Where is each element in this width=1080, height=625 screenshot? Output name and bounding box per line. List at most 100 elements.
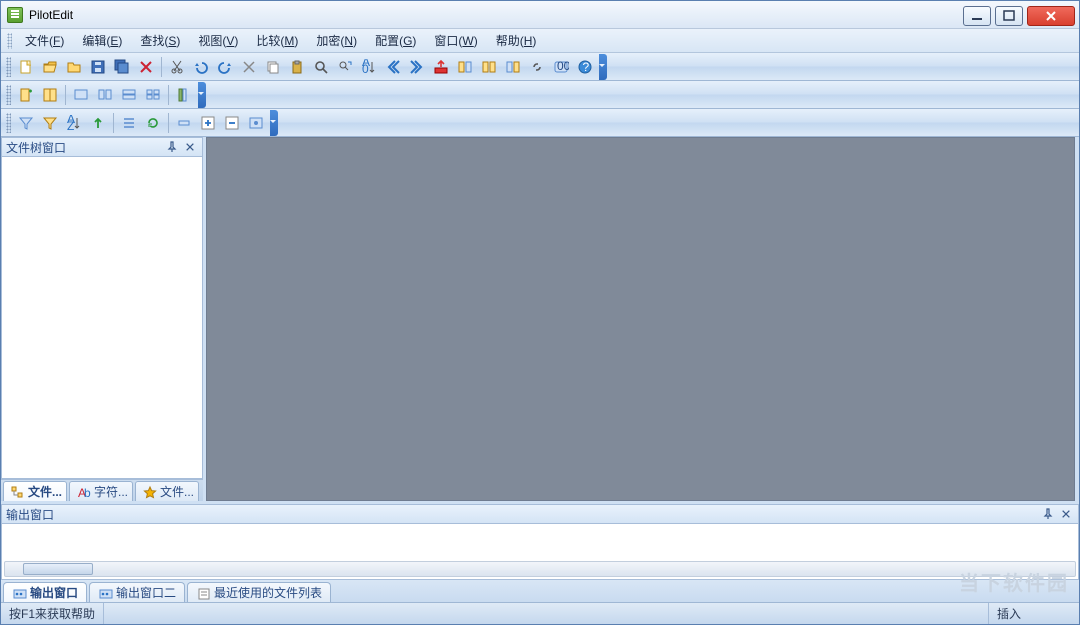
sort-az-icon[interactable]: AZ — [62, 111, 86, 135]
output-tab[interactable]: 输出窗口二 — [89, 582, 185, 602]
up-arrow-icon[interactable] — [86, 111, 110, 135]
plus-icon[interactable] — [196, 111, 220, 135]
client-area: 文件树窗口 文件...Ab字符...文件... 输出窗口 — [1, 137, 1079, 602]
compare-both-icon[interactable] — [477, 55, 501, 79]
output-body[interactable] — [1, 524, 1079, 580]
app-title: PilotEdit — [29, 8, 73, 22]
title-bar: PilotEdit — [1, 1, 1079, 29]
tree-icon — [10, 485, 24, 499]
new-file-icon[interactable] — [14, 55, 38, 79]
minimize-button[interactable] — [963, 6, 991, 26]
compare-right-icon[interactable] — [501, 55, 525, 79]
editor-area[interactable] — [206, 137, 1075, 501]
star-icon — [142, 485, 156, 499]
undo-icon[interactable] — [189, 55, 213, 79]
file-tree-body[interactable] — [1, 157, 203, 479]
panel-close-button[interactable] — [1058, 507, 1074, 521]
close-button[interactable] — [1027, 6, 1075, 26]
svg-text:b: b — [84, 486, 91, 500]
menubar-grip[interactable] — [7, 33, 12, 49]
toolbar-grip[interactable] — [6, 113, 11, 133]
scrollbar-thumb[interactable] — [23, 563, 93, 575]
screen1-icon[interactable] — [69, 83, 93, 107]
toolbar-main: A0 00? — [1, 53, 1079, 81]
pin-button[interactable] — [164, 140, 180, 154]
maximize-button[interactable] — [995, 6, 1023, 26]
toolbar-overflow[interactable] — [270, 110, 278, 136]
column-icon[interactable] — [172, 83, 196, 107]
toolbar-edit: AZ — [1, 109, 1079, 137]
minus-icon[interactable] — [220, 111, 244, 135]
output-title: 输出窗口 — [6, 506, 54, 523]
bookmark-add-icon[interactable] — [14, 83, 38, 107]
status-mode: 插入 — [989, 603, 1079, 624]
open-file-icon[interactable] — [38, 55, 62, 79]
screen-grid-icon[interactable] — [141, 83, 165, 107]
toolbar-overflow[interactable] — [198, 82, 206, 108]
output-tab[interactable]: 输出窗口 — [3, 582, 87, 602]
chars-icon: Ab — [76, 485, 90, 499]
output-tabs: 输出窗口输出窗口二最近使用的文件列表 — [1, 580, 1079, 602]
svg-text:Z: Z — [67, 119, 74, 131]
menu-h[interactable]: 帮助(H) — [487, 30, 546, 51]
save-all-icon[interactable] — [110, 55, 134, 79]
toolbar-grip[interactable] — [6, 85, 11, 105]
filter-icon[interactable] — [14, 111, 38, 135]
output-tab[interactable]: 最近使用的文件列表 — [187, 582, 331, 602]
left-tab[interactable]: 文件... — [135, 481, 199, 501]
panel-close-button[interactable] — [182, 140, 198, 154]
horizontal-scrollbar[interactable] — [4, 561, 1076, 577]
menu-f[interactable]: 文件(F) — [16, 30, 73, 51]
options-icon[interactable] — [244, 111, 268, 135]
paste-icon[interactable] — [285, 55, 309, 79]
list-icon[interactable] — [117, 111, 141, 135]
filter2-icon[interactable] — [38, 111, 62, 135]
menu-e[interactable]: 编辑(E) — [73, 30, 131, 51]
output-icon — [98, 586, 112, 600]
menu-n[interactable]: 加密(N) — [307, 30, 366, 51]
screen2-icon[interactable] — [93, 83, 117, 107]
save-icon[interactable] — [86, 55, 110, 79]
menu-bar: 文件(F)编辑(E)查找(S)视图(V)比较(M)加密(N)配置(G)窗口(W)… — [1, 29, 1079, 53]
menu-v[interactable]: 视图(V) — [189, 30, 247, 51]
find-icon[interactable] — [309, 55, 333, 79]
sort-icon[interactable]: A0 — [357, 55, 381, 79]
output-icon — [12, 586, 26, 600]
find-replace-icon[interactable] — [333, 55, 357, 79]
file-tree-title: 文件树窗口 — [6, 139, 66, 156]
hex-icon[interactable]: 00 — [549, 55, 573, 79]
output-header: 输出窗口 — [1, 504, 1079, 524]
output-panel: 输出窗口 输出窗口输出窗口二最近使用的文件列表 — [1, 504, 1079, 602]
nav-prev-icon[interactable] — [381, 55, 405, 79]
cut-icon[interactable] — [165, 55, 189, 79]
nav-next-icon[interactable] — [405, 55, 429, 79]
compare-left-icon[interactable] — [453, 55, 477, 79]
menu-g[interactable]: 配置(G) — [366, 30, 425, 51]
pin-button[interactable] — [1040, 507, 1056, 521]
copy-icon[interactable] — [261, 55, 285, 79]
cut2-icon[interactable] — [237, 55, 261, 79]
svg-text:0: 0 — [362, 62, 369, 75]
menu-w[interactable]: 窗口(W) — [425, 30, 486, 51]
close-icon[interactable] — [134, 55, 158, 79]
collapse-icon[interactable] — [172, 111, 196, 135]
menu-m[interactable]: 比较(M) — [247, 30, 307, 51]
link-icon[interactable] — [525, 55, 549, 79]
redo-icon[interactable] — [213, 55, 237, 79]
help-icon[interactable]: ? — [573, 55, 597, 79]
app-window: PilotEdit 文件(F)编辑(E)查找(S)视图(V)比较(M)加密(N)… — [0, 0, 1080, 625]
upload-icon[interactable] — [429, 55, 453, 79]
left-tab[interactable]: Ab字符... — [69, 481, 133, 501]
bookmark-list-icon[interactable] — [38, 83, 62, 107]
status-help: 按F1来获取帮助 — [1, 603, 103, 624]
refresh-icon[interactable] — [141, 111, 165, 135]
menu-s[interactable]: 查找(S) — [131, 30, 189, 51]
app-icon — [7, 7, 23, 23]
toolbar-grip[interactable] — [6, 57, 11, 77]
open-folder-icon[interactable] — [62, 55, 86, 79]
svg-text:?: ? — [583, 60, 590, 74]
toolbar-overflow[interactable] — [599, 54, 607, 80]
screen-split-icon[interactable] — [117, 83, 141, 107]
file-tree-header: 文件树窗口 — [1, 137, 203, 157]
left-tab[interactable]: 文件... — [3, 481, 67, 501]
